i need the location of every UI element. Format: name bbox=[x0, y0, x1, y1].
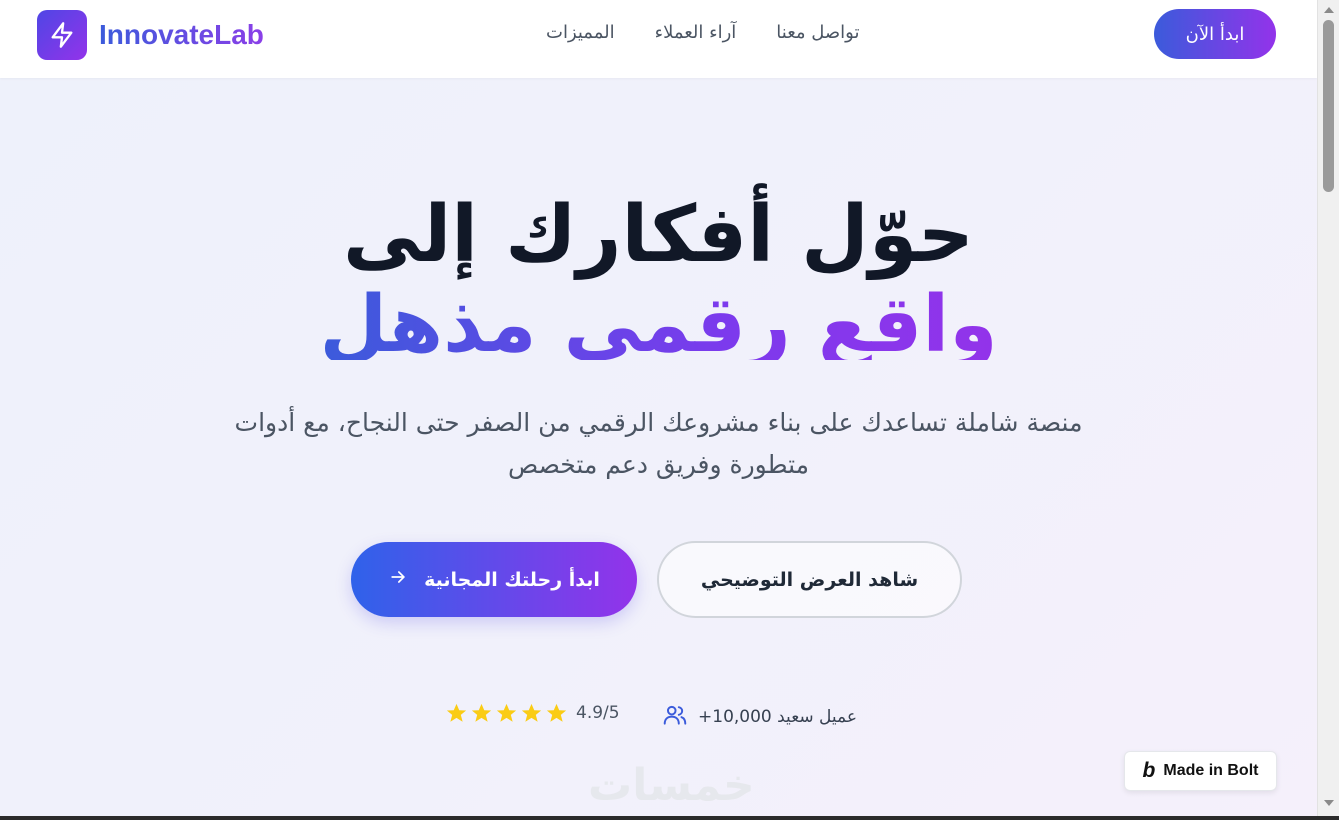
watch-demo-button[interactable]: شاهد العرض التوضيحي bbox=[657, 541, 962, 618]
start-now-button[interactable]: ابدأ الآن bbox=[1154, 9, 1276, 59]
lightning-bolt-icon bbox=[37, 10, 87, 60]
scroll-up-arrow-icon[interactable] bbox=[1324, 7, 1334, 13]
nav-link-contact[interactable]: تواصل معنا bbox=[776, 22, 859, 43]
made-in-bolt-badge[interactable]: b Made in Bolt bbox=[1124, 751, 1277, 791]
navbar: InnovateLab تواصل معنا آراء العملاء المم… bbox=[0, 0, 1317, 78]
nav-link-testimonials[interactable]: آراء العملاء bbox=[655, 22, 737, 43]
rating: 4.9/5 bbox=[445, 702, 620, 724]
customers-stat: عميل سعيد 10,000+ bbox=[662, 702, 857, 732]
brand-name: InnovateLab bbox=[99, 19, 264, 50]
watermark-logo: خمسات bbox=[588, 760, 755, 811]
start-free-journey-label: ابدأ رحلتك المجانية bbox=[424, 568, 600, 591]
customers-count: عميل سعيد 10,000+ bbox=[698, 707, 858, 727]
rating-value: 4.9/5 bbox=[576, 703, 620, 723]
star-icon bbox=[546, 703, 567, 722]
vertical-scrollbar[interactable] bbox=[1317, 0, 1339, 816]
star-icon bbox=[496, 703, 517, 722]
hero-title-line2: واقع رقمي مذهل bbox=[0, 280, 1317, 360]
star-icon bbox=[471, 703, 492, 722]
star-icon bbox=[521, 703, 542, 722]
start-free-journey-button[interactable]: ابدأ رحلتك المجانية bbox=[351, 542, 637, 617]
star-rating bbox=[445, 702, 568, 724]
hero-title-line1: حوّل أفكارك إلى bbox=[343, 190, 974, 280]
star-icon bbox=[446, 703, 467, 722]
users-icon bbox=[662, 702, 688, 732]
hero-subtitle: منصة شاملة تساعدك على بناء مشروعك الرقمي… bbox=[234, 408, 1083, 479]
scrollbar-thumb[interactable] bbox=[1323, 20, 1334, 192]
made-in-bolt-label: Made in Bolt bbox=[1163, 762, 1259, 779]
bolt-b-icon: b bbox=[1142, 759, 1156, 782]
hero-title-gradient-text: واقع رقمي مذهل bbox=[319, 280, 997, 360]
nav-link-features[interactable]: المميزات bbox=[546, 22, 615, 43]
scroll-down-arrow-icon[interactable] bbox=[1324, 800, 1334, 806]
arrow-right-icon bbox=[388, 567, 408, 592]
logo[interactable]: InnovateLab bbox=[37, 10, 264, 60]
page: InnovateLab تواصل معنا آراء العملاء المم… bbox=[0, 0, 1317, 816]
nav-links: تواصل معنا آراء العملاء المميزات bbox=[546, 22, 859, 43]
